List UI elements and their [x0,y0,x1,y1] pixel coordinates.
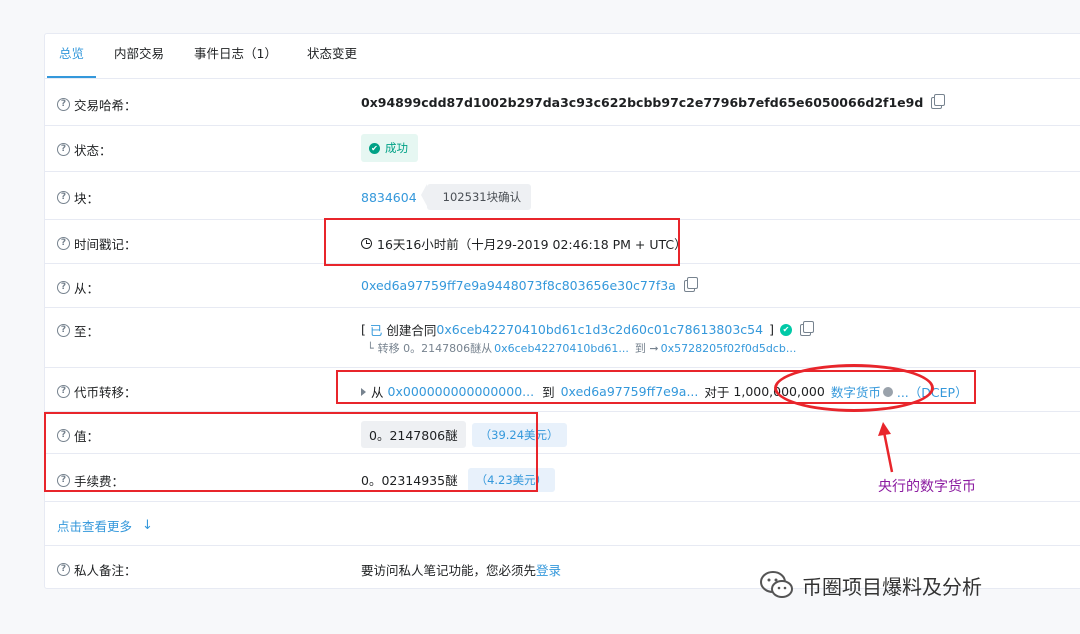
block-number-link[interactable]: 8834604 [361,190,417,205]
from-address-link[interactable]: 0xed6a97759ff7e9a9448073f8c803656e30c77f… [361,278,676,293]
row-to: ? 至： [ 已 创建合同 0x6ceb42270410bd61c1d3c2d60… [45,308,1080,368]
contract-address-link[interactable]: 0x6ceb42270410bd61c1d3c2d60c01c78613803c… [436,322,763,337]
tab-bar: 总览 内部交易 事件日志（1） 状态变更 [45,34,1080,79]
help-icon: ? [57,98,70,111]
row-see-more: 点击查看更多 ↓ [45,502,1080,546]
sub-arrow-icon: └ [367,341,374,355]
tab-event-logs[interactable]: 事件日志（1） [182,33,289,78]
value-usd: （39.24美元） [471,422,567,447]
arrow-down-icon: ↓ [142,518,153,533]
value-amount: 0。2147806醚 [361,421,466,448]
caret-right-icon[interactable] [361,387,366,396]
annotation-arrow-icon [878,422,894,473]
row-status: ? 状态： ✔ 成功 [45,126,1080,172]
copy-icon[interactable] [683,276,698,292]
copy-icon[interactable] [931,93,946,109]
clock-icon [361,238,372,249]
timestamp-value: 16天16小时前（十月29-2019 02:46:18 PM + UTC） [377,237,687,252]
see-more-link[interactable]: 点击查看更多 ↓ [57,516,153,535]
help-icon: ? [57,281,70,294]
row-block: ? 块： 8834604 102531块确认 [45,172,1080,220]
created-link[interactable]: 已 [370,320,383,339]
login-link[interactable]: 登录 [536,560,561,579]
internal-from-link[interactable]: 0x6ceb42270410bd61... [494,342,629,355]
check-circle-icon: ✔ [369,142,380,154]
annotation-text: 央行的数字货币 [878,479,976,495]
token-amount: 1,000,000,000 [733,384,825,399]
tab-internal-txns[interactable]: 内部交易 [102,33,176,78]
fee-usd: （4.23美元） [467,467,556,492]
internal-to-link[interactable]: 0x5728205f02f0d5dcb... [661,342,797,355]
row-value: ? 值： 0。2147806醚 （39.24美元） [45,412,1080,454]
help-icon: ? [57,191,70,204]
help-icon: ? [57,324,70,337]
help-icon: ? [57,237,70,250]
token-logo-icon [882,386,893,397]
row-timestamp: ? 时间戳记： 16天16小时前（十月29-2019 02:46:18 PM + … [45,220,1080,264]
help-icon: ? [57,429,70,442]
help-icon: ? [57,474,70,487]
help-icon: ? [57,563,70,576]
confirmations-badge: 102531块确认 [420,184,532,210]
token-symbol-link[interactable]: ...（DCEP） [897,382,968,401]
status-badge: ✔ 成功 [361,134,418,162]
fee-amount: 0。02314935醚 [361,473,458,488]
copy-icon[interactable] [799,320,814,336]
token-to-link[interactable]: 0xed6a97759ff7e9a... [561,384,699,399]
row-tx-hash: ? 交易哈希： 0x94899cdd87d1002b297da3c93c622bc… [45,80,1080,126]
row-from: ? 从： 0xed6a97759ff7e9a9448073f8c803656e30… [45,264,1080,308]
tx-hash-value: 0x94899cdd87d1002b297da3c93c622bcbb97c2e… [361,95,924,110]
token-from-link[interactable]: 0x000000000000000... [388,384,535,399]
wechat-icon [760,571,793,598]
help-icon: ? [57,143,70,156]
help-icon: ? [57,385,70,398]
token-name-link[interactable]: 数字货币 [831,382,881,401]
verified-check-icon: ✔ [779,323,792,336]
row-token-transfer: ? 代币转移： 从 0x000000000000000... 到 0xed6a97… [45,368,1080,412]
watermark: 币圈项目爆料及分析 [760,570,982,600]
transaction-card: 总览 内部交易 事件日志（1） 状态变更 ? 交易哈希： 0x94899cdd87… [44,33,1080,589]
tab-overview[interactable]: 总览 [47,33,97,78]
tab-state-changes[interactable]: 状态变更 [295,33,369,78]
